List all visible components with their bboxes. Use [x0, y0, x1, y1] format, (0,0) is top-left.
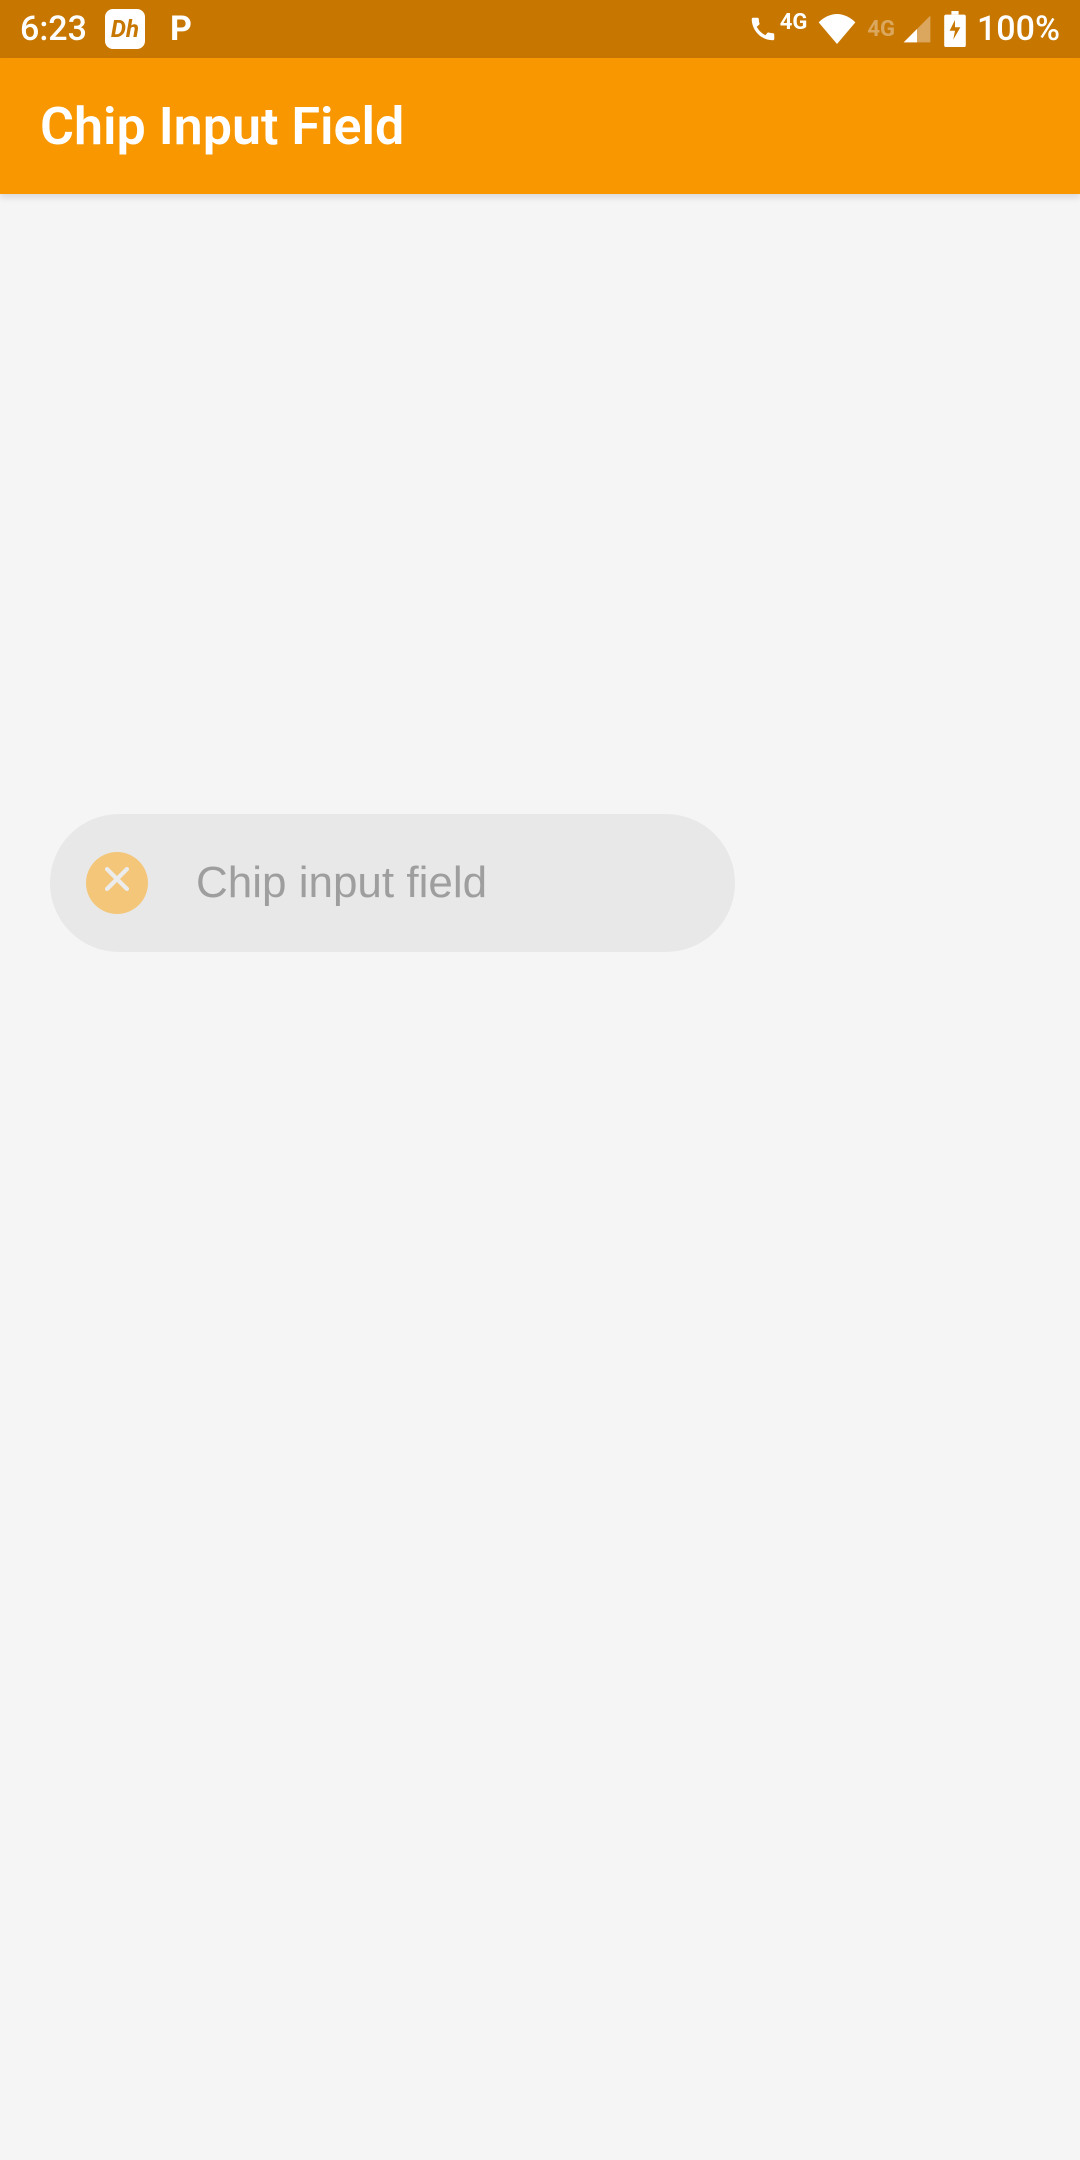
- status-bar-left: 6:23 Dh P: [20, 9, 199, 49]
- chip-input-field[interactable]: [196, 858, 771, 908]
- battery-charging-icon: [943, 11, 967, 47]
- signal-icon: [901, 13, 933, 45]
- call-4g-icon: [748, 14, 778, 44]
- close-icon: [100, 862, 134, 904]
- page-title: Chip Input Field: [40, 96, 404, 157]
- main-content: [0, 194, 1080, 952]
- app-bar: Chip Input Field: [0, 58, 1080, 194]
- app-icon-p: P: [163, 11, 199, 47]
- status-time: 6:23: [20, 9, 87, 49]
- battery-percent: 100%: [977, 9, 1060, 49]
- status-bar-right: 4G 4G 100%: [748, 9, 1060, 49]
- app-icon-dh: Dh: [105, 9, 145, 49]
- network-4g-label: 4G: [780, 10, 808, 35]
- network-4g-faded-label: 4G: [867, 17, 895, 42]
- chip-input-container[interactable]: [50, 814, 735, 952]
- clear-chip-button[interactable]: [86, 852, 148, 914]
- wifi-icon: [817, 13, 857, 45]
- status-bar: 6:23 Dh P 4G 4G: [0, 0, 1080, 58]
